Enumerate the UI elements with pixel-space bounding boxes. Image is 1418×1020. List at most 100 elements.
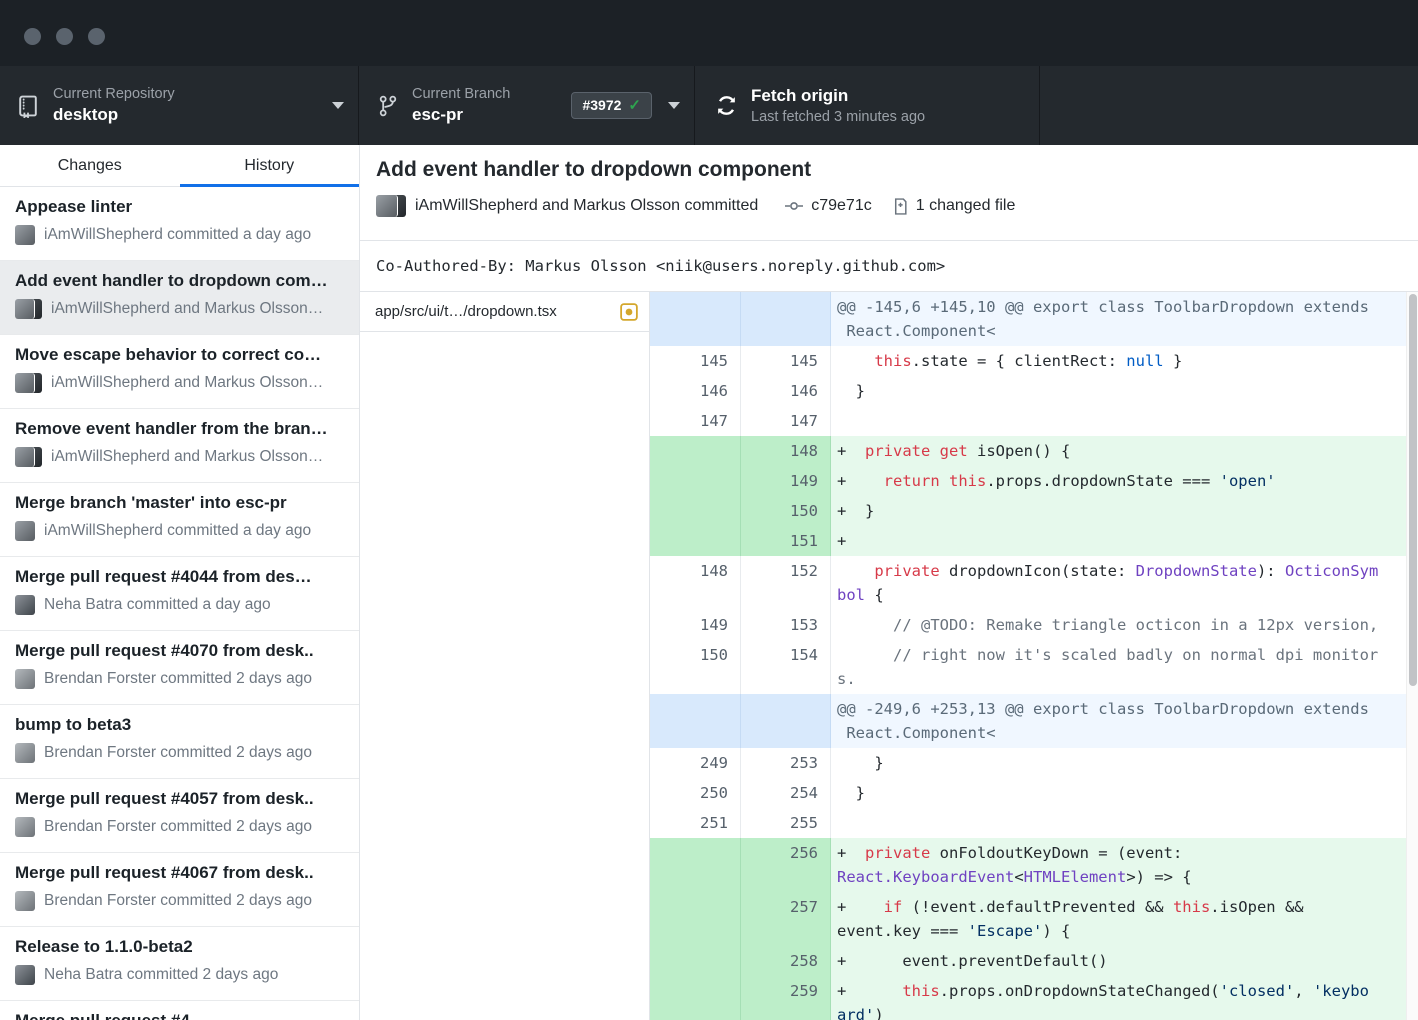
diff-code-line: ard') bbox=[837, 1003, 1406, 1020]
diff-code-line: } bbox=[837, 379, 1406, 403]
window-controls[interactable] bbox=[24, 28, 105, 45]
diff-gutter-old-line-number bbox=[650, 838, 741, 892]
diff-scrollbar[interactable] bbox=[1406, 292, 1418, 1020]
diff-row: 149+ return this.props.dropdownState ===… bbox=[650, 466, 1406, 496]
diff-code: // right now it's scaled badly on normal… bbox=[831, 640, 1406, 694]
history-list-item[interactable]: Add event handler to dropdown com… iAmWil… bbox=[0, 261, 359, 335]
diff-row: @@ -145,6 +145,10 @@ export class Toolba… bbox=[650, 292, 1406, 346]
avatar bbox=[15, 965, 35, 985]
history-list-item[interactable]: Merge pull request #4070 from desk..Bren… bbox=[0, 631, 359, 705]
history-list-item[interactable]: Merge pull request #4044 from des…Neha B… bbox=[0, 557, 359, 631]
commit-list-title: Remove event handler from the bran… bbox=[15, 419, 344, 439]
chevron-down-icon bbox=[332, 102, 344, 109]
commit-list-meta-text: Brendan Forster committed 2 days ago bbox=[44, 818, 312, 836]
pr-status-badge[interactable]: #3972 ✓ bbox=[571, 92, 652, 119]
sidebar: Changes History Appease linteriAmWillShe… bbox=[0, 145, 360, 1020]
diff-code: private dropdownIcon(state: DropdownStat… bbox=[831, 556, 1406, 610]
avatar bbox=[15, 743, 35, 763]
diff-code: } bbox=[831, 376, 1406, 406]
pr-number: #3972 bbox=[582, 97, 621, 113]
history-list-item[interactable]: Merge pull request #4057 from desk.. Bren… bbox=[0, 779, 359, 853]
history-list-item[interactable]: Merge pull request #4… bbox=[0, 1001, 359, 1020]
history-list-item[interactable]: Merge branch 'master' into esc-priAmWill… bbox=[0, 483, 359, 557]
diff-gutter-old-line-number bbox=[650, 436, 741, 466]
avatar bbox=[15, 225, 35, 245]
diff-gutter-old-line-number: 148 bbox=[650, 556, 741, 610]
commit-sha: c79e71c bbox=[811, 197, 872, 215]
commit-list-title: Move escape behavior to correct co… bbox=[15, 345, 344, 365]
diff-code: } bbox=[831, 748, 1406, 778]
diff-gutter-old-line-number bbox=[650, 976, 741, 1020]
check-icon: ✓ bbox=[628, 96, 641, 114]
fetch-origin-button[interactable]: Fetch origin Last fetched 3 minutes ago bbox=[695, 66, 1040, 145]
history-list-item[interactable]: Release to 1.1.0-beta2 Neha Batra committ… bbox=[0, 927, 359, 1001]
tab-history[interactable]: History bbox=[180, 145, 360, 186]
history-list-item[interactable]: bump to beta3Brendan Forster committed 2… bbox=[0, 705, 359, 779]
history-list-item[interactable]: Appease linteriAmWillShepherd committed … bbox=[0, 187, 359, 261]
current-branch-label: Current Branch bbox=[412, 85, 510, 103]
diff-code: this.state = { clientRect: null } bbox=[831, 346, 1406, 376]
commit-description: Co-Authored-By: Markus Olsson <niik@user… bbox=[360, 241, 1418, 291]
history-list-item[interactable]: Move escape behavior to correct co…iAmWi… bbox=[0, 335, 359, 409]
commit-list-meta: Neha Batra committed 2 days ago bbox=[15, 965, 344, 985]
diff-gutter-new-line-number bbox=[741, 292, 831, 346]
scrollbar-thumb[interactable] bbox=[1409, 294, 1417, 686]
diff-row: 150+ } bbox=[650, 496, 1406, 526]
avatar bbox=[15, 669, 35, 689]
fetch-origin-title: Fetch origin bbox=[751, 85, 925, 106]
diff-row: 249253 } bbox=[650, 748, 1406, 778]
diff-gutter-new-line-number: 148 bbox=[741, 436, 831, 466]
diff-gutter-old-line-number bbox=[650, 496, 741, 526]
commit-list-meta: iAmWillShepherd and Markus Olsson… bbox=[15, 299, 344, 319]
diff-code-line: event.key === 'Escape') { bbox=[837, 919, 1406, 943]
diff-gutter-new-line-number: 150 bbox=[741, 496, 831, 526]
commit-list-meta-text: iAmWillShepherd and Markus Olsson… bbox=[51, 448, 323, 466]
commit-list-title: bump to beta3 bbox=[15, 715, 344, 735]
window-zoom-button[interactable] bbox=[88, 28, 105, 45]
file-path: app/src/ui/t…/dropdown.tsx bbox=[375, 303, 557, 320]
diff-gutter-new-line-number: 258 bbox=[741, 946, 831, 976]
history-list[interactable]: Appease linteriAmWillShepherd committed … bbox=[0, 187, 359, 1020]
current-repository-button[interactable]: Current Repository desktop bbox=[0, 66, 359, 145]
diff-code-line: s. bbox=[837, 667, 1406, 691]
diff-code-line: + event.preventDefault() bbox=[837, 949, 1406, 973]
commit-list-title: Merge pull request #4044 from des… bbox=[15, 567, 344, 587]
history-list-item[interactable]: Remove event handler from the bran… iAmWi… bbox=[0, 409, 359, 483]
commit-list-title: Release to 1.1.0-beta2 bbox=[15, 937, 344, 957]
diff-gutter-new-line-number: 259 bbox=[741, 976, 831, 1020]
tab-changes[interactable]: Changes bbox=[0, 145, 180, 186]
diff-code-line: // @TODO: Remake triangle octicon in a 1… bbox=[837, 613, 1406, 637]
window-close-button[interactable] bbox=[24, 28, 41, 45]
commit-list-title: Add event handler to dropdown com… bbox=[15, 271, 344, 291]
commit-list-meta-text: Neha Batra committed 2 days ago bbox=[44, 966, 278, 984]
changed-files-panel: app/src/ui/t…/dropdown.tsx bbox=[360, 292, 650, 1020]
diff-code: @@ -249,6 +253,13 @@ export class Toolba… bbox=[831, 694, 1406, 748]
commit-list-meta: iAmWillShepherd and Markus Olsson… bbox=[15, 447, 344, 467]
diff-code: + } bbox=[831, 496, 1406, 526]
current-repository-name: desktop bbox=[53, 104, 175, 125]
commit-title: Add event handler to dropdown component bbox=[376, 158, 1402, 182]
current-branch-button[interactable]: Current Branch esc-pr #3972 ✓ bbox=[359, 66, 695, 145]
diff-code: + return this.props.dropdownState === 'o… bbox=[831, 466, 1406, 496]
diff-row: 251255 bbox=[650, 808, 1406, 838]
diff-row: 145145 this.state = { clientRect: null } bbox=[650, 346, 1406, 376]
diff-code: // @TODO: Remake triangle octicon in a 1… bbox=[831, 610, 1406, 640]
current-branch-name: esc-pr bbox=[412, 104, 510, 125]
history-list-item[interactable]: Merge pull request #4067 from desk..Bren… bbox=[0, 853, 359, 927]
commit-list-meta-text: iAmWillShepherd committed a day ago bbox=[44, 522, 311, 540]
changed-file-item[interactable]: app/src/ui/t…/dropdown.tsx bbox=[360, 292, 649, 332]
current-repository-label: Current Repository bbox=[53, 85, 175, 103]
commit-list-meta: iAmWillShepherd committed a day ago bbox=[15, 225, 344, 245]
diff-code-line: + private onFoldoutKeyDown = (event: bbox=[837, 841, 1406, 865]
avatar bbox=[15, 817, 35, 837]
diff-gutter-old-line-number: 251 bbox=[650, 808, 741, 838]
diff-row: 258+ event.preventDefault() bbox=[650, 946, 1406, 976]
commit-list-title: Merge pull request #4057 from desk.. bbox=[15, 789, 344, 809]
avatar bbox=[15, 595, 35, 615]
window-minimize-button[interactable] bbox=[56, 28, 73, 45]
diff-row: 149153 // @TODO: Remake triangle octicon… bbox=[650, 610, 1406, 640]
diff-code-line: @@ -145,6 +145,10 @@ export class Toolba… bbox=[837, 295, 1406, 319]
diff-code: + event.preventDefault() bbox=[831, 946, 1406, 976]
diff-code bbox=[831, 808, 1406, 838]
diff-code-line: } bbox=[837, 781, 1406, 805]
